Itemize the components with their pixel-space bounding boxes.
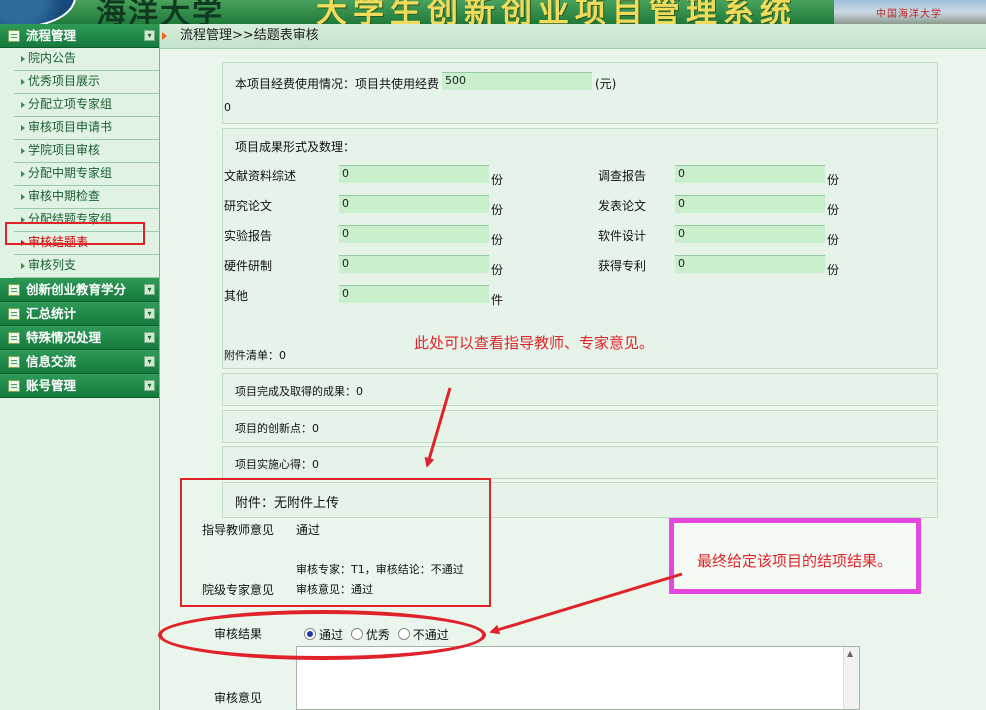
arrow-to-review [489,572,683,635]
arrow-to-opinions [424,387,452,468]
annotation-arrows [424,387,683,635]
